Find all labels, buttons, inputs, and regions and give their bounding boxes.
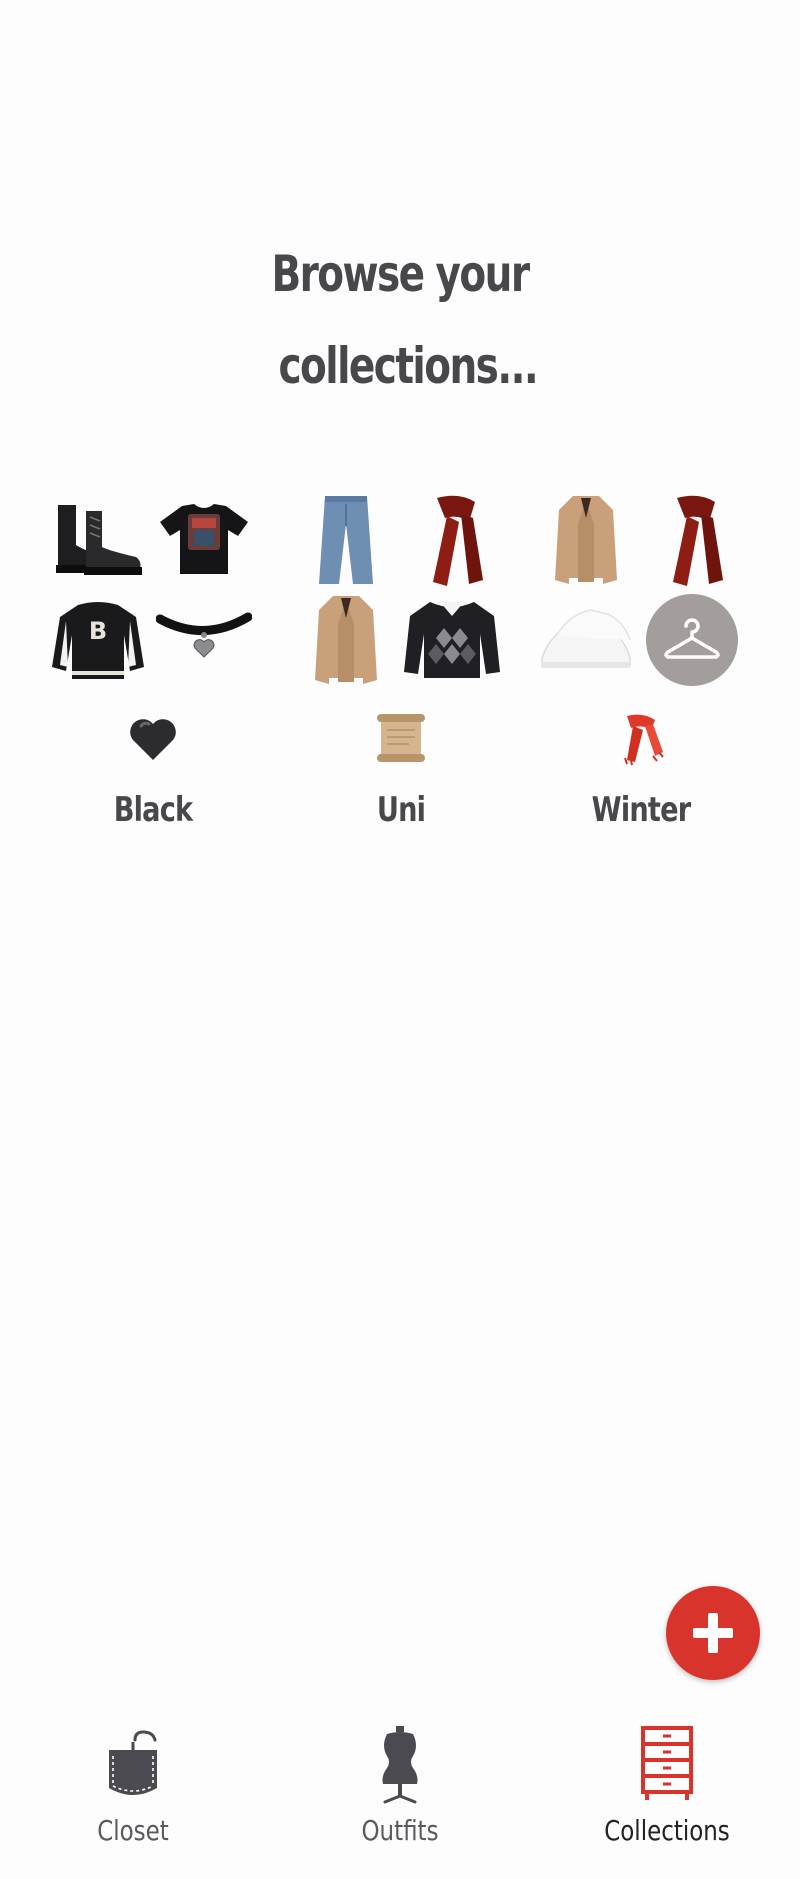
add-collection-button[interactable] [666, 1586, 760, 1680]
collections-grid: B Black Uni Winter [0, 490, 800, 850]
nav-label: Closet [97, 1814, 169, 1847]
drawers-icon [567, 1724, 767, 1804]
varsity-jacket-image: B [48, 590, 148, 690]
nav-item-collections[interactable]: Collections [567, 1710, 767, 1870]
camel-coat-image [296, 590, 396, 690]
scroll-icon [296, 710, 506, 766]
collection-card-winter[interactable]: Winter [536, 490, 746, 850]
combat-boots-image [48, 490, 148, 590]
blue-jeans-image [296, 490, 396, 590]
nav-label: Outfits [361, 1814, 439, 1847]
collection-name: Black [113, 790, 193, 830]
hanger-placeholder [642, 590, 742, 690]
nav-item-closet[interactable]: Closet [33, 1710, 233, 1870]
red-scarf-image [402, 490, 502, 590]
collection-name: Uni [376, 790, 426, 830]
svg-text:B: B [89, 617, 107, 645]
collection-preview: B [48, 490, 258, 690]
collection-preview [536, 490, 746, 690]
collection-card-black[interactable]: B Black [48, 490, 258, 850]
nav-label: Collections [604, 1814, 730, 1847]
pocket-icon [33, 1724, 233, 1804]
collection-name: Winter [591, 790, 692, 830]
white-sneakers-image [536, 590, 636, 690]
plus-icon [693, 1613, 733, 1653]
black-heart-icon [48, 710, 258, 766]
page-title: Browse your collections... [88, 228, 712, 412]
collection-card-uni[interactable]: Uni [296, 490, 506, 850]
collection-preview [296, 490, 506, 690]
bottom-navigation: Closet Outfits Collections [0, 1710, 800, 1879]
camel-coat-image [536, 490, 636, 590]
argyle-sweater-image [402, 590, 502, 690]
heart-choker-image [154, 590, 254, 690]
dress-form-icon [300, 1724, 500, 1804]
page-title-line-1: Browse your [271, 245, 530, 303]
graphic-tee-image [154, 490, 254, 590]
scarf-icon [536, 710, 746, 766]
nav-item-outfits[interactable]: Outfits [300, 1710, 500, 1870]
page-title-line-2: collections... [278, 337, 538, 395]
red-scarf-image [642, 490, 742, 590]
